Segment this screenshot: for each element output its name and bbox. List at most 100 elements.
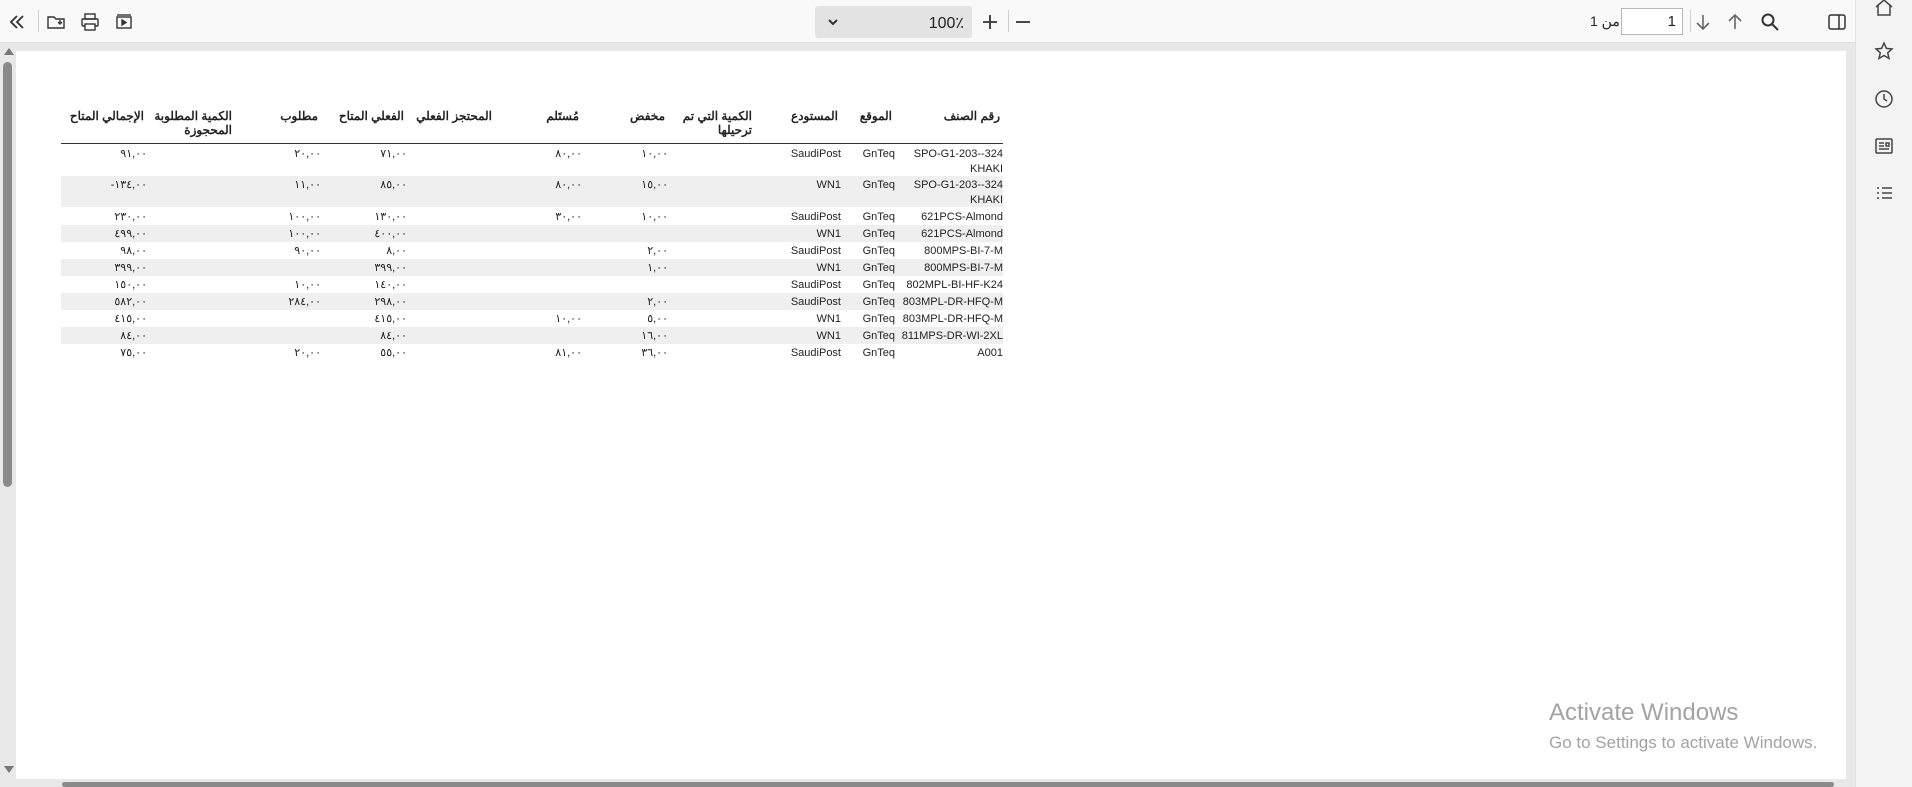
cell-available-actual: ٢٩٨,٠٠ xyxy=(374,296,407,308)
cell-received: ٨١,٠٠ xyxy=(555,347,582,359)
cell-reduced: ٣٦,٠٠ xyxy=(641,347,668,359)
header-reduced: مخفض xyxy=(630,109,665,123)
table-row: 621PCS-Almond GnTeq SaudiPost ١٠,٠٠ ٣٠,٠٠ ١٣٠… xyxy=(61,208,1003,225)
cell-reduced: ١٥,٠٠ xyxy=(641,179,668,191)
cell-item-no: 811MPS-DR-WI-2XL xyxy=(901,330,1003,342)
cell-required: ٢٠,٠٠ xyxy=(294,347,321,359)
cell-total-available: ٤٩٩,٠٠ xyxy=(114,228,147,240)
collections-icon[interactable] xyxy=(1871,133,1897,159)
table-row: 811MPS-DR-WI-2XL GnTeq WN1 ١٦,٠٠ ٨٤,٠٠ ٨٤,٠٠ xyxy=(61,327,1003,344)
cell-warehouse: SaudiPost xyxy=(790,296,841,308)
cell-available-actual: ٣٩٩,٠٠ xyxy=(374,262,407,274)
table-row: A001 GnTeq SaudiPost ٣٦,٠٠ ٨١,٠٠ ٥٥,٠٠ ٢٠,٠٠ ٧٥… xyxy=(61,344,1003,361)
cell-location: GnTeq xyxy=(862,245,895,257)
header-reserved-actual: المحتجز الفعلي xyxy=(416,109,492,123)
cell-total-available: ٧٥,٠٠ xyxy=(120,347,147,359)
scroll-up-arrow-icon[interactable] xyxy=(4,48,14,55)
cell-warehouse: WN1 xyxy=(816,313,841,325)
cell-item-no: 621PCS-Almond xyxy=(921,228,1003,240)
cell-item-no-continued: KHAKI xyxy=(969,194,1003,206)
cell-available-actual: ٧١,٠٠ xyxy=(380,148,407,160)
zoom-value: 100٪ xyxy=(928,15,964,32)
cell-warehouse: SaudiPost xyxy=(790,245,841,257)
next-page-arrow-icon[interactable] xyxy=(1690,9,1716,35)
table-row: 800MPS-BI-7-M GnTeq SaudiPost ٢,٠٠ ٨,٠٠ ٩٠,٠٠… xyxy=(61,242,1003,259)
activate-windows-subtitle: Go to Settings to activate Windows. xyxy=(1549,733,1818,752)
cell-total-available: ٩٨,٠٠ xyxy=(120,245,147,257)
cell-warehouse: SaudiPost xyxy=(790,148,841,160)
header-divider xyxy=(61,143,1003,144)
cell-item-no: 803MPL-DR-HFQ-M xyxy=(902,296,1003,308)
zoom-select[interactable]: 100٪ xyxy=(815,6,972,38)
favorites-star-icon[interactable] xyxy=(1871,38,1897,64)
cell-received: ١٠,٠٠ xyxy=(555,313,582,325)
history-clock-icon[interactable] xyxy=(1871,86,1897,112)
table-row: SPO-G1-203--324 GnTeq WN1 ١٥,٠٠ ٨٠,٠٠ ٨٥,٠٠ ١١… xyxy=(61,176,1003,207)
table-row: 803MPL-DR-HFQ-M GnTeq SaudiPost ٢,٠٠ ٢٩٨,٠٠ ٢… xyxy=(61,293,1003,310)
cell-location: GnTeq xyxy=(862,211,895,223)
cell-location: GnTeq xyxy=(862,279,895,291)
cell-warehouse: WN1 xyxy=(816,330,841,342)
table-row: 802MPL-BI-HF-K24 GnTeq SaudiPost ١٤٠,٠٠ ١٠,٠… xyxy=(61,276,1003,293)
scroll-down-arrow-icon[interactable] xyxy=(4,766,14,773)
search-icon[interactable] xyxy=(1757,9,1783,35)
cell-required: ٩٠,٠٠ xyxy=(294,245,321,257)
cell-reduced: ٢,٠٠ xyxy=(647,296,668,308)
zoom-out-icon[interactable] xyxy=(1010,9,1036,35)
sidebar-toggle-icon[interactable] xyxy=(1824,9,1850,35)
horizontal-scrollbar[interactable] xyxy=(62,782,1834,787)
cell-warehouse: WN1 xyxy=(816,262,841,274)
home-icon[interactable] xyxy=(1871,0,1897,20)
cell-item-no: A001 xyxy=(977,347,1003,359)
header-warehouse: المستودع xyxy=(791,109,838,123)
cell-available-actual: ٤١٥,٠٠ xyxy=(374,313,407,325)
chevron-down-icon xyxy=(828,19,838,26)
zoom-in-icon[interactable] xyxy=(977,9,1003,35)
previous-page-arrow-icon[interactable] xyxy=(1722,9,1748,35)
cell-total-available: ٤١٥,٠٠ xyxy=(114,313,147,325)
header-required: مطلوب xyxy=(280,109,318,123)
cell-reduced: ١٠,٠٠ xyxy=(641,148,668,160)
cell-required: ٢٨٤,٠٠ xyxy=(288,296,321,308)
cell-item-no: SPO-G1-203--324 xyxy=(913,179,1003,191)
cell-reduced: ١٠,٠٠ xyxy=(641,211,668,223)
cell-warehouse: SaudiPost xyxy=(790,211,841,223)
cell-total-available: ٩١,٠٠ xyxy=(120,148,147,160)
cell-reduced: ١٦,٠٠ xyxy=(641,330,668,342)
cell-received: ٨٠,٠٠ xyxy=(555,148,582,160)
cell-available-actual: ١٣٠,٠٠ xyxy=(374,211,407,223)
cell-required: ١٠,٠٠ xyxy=(294,279,321,291)
cell-total-available: ٢٣٠,٠٠ xyxy=(114,211,147,223)
open-file-icon[interactable] xyxy=(43,9,69,35)
cell-location: GnTeq xyxy=(862,148,895,160)
cell-location: GnTeq xyxy=(862,262,895,274)
activate-windows-title: Activate Windows xyxy=(1549,699,1739,726)
header-location: الموقع xyxy=(859,109,892,123)
header-available-actual: الفعلي المتاح xyxy=(338,109,404,123)
cell-location: GnTeq xyxy=(862,296,895,308)
cell-location: GnTeq xyxy=(862,347,895,359)
page-number-input[interactable]: 1 xyxy=(1621,8,1683,35)
cell-item-no: 803MPL-DR-HFQ-M xyxy=(902,313,1003,325)
export-page-icon[interactable] xyxy=(111,9,137,35)
header-total-available: الإجمالي المتاح xyxy=(69,109,144,123)
header-received: مُستَلم xyxy=(546,109,579,123)
table-row: 800MPS-BI-7-M GnTeq WN1 ١,٠٠ ٣٩٩,٠٠ ٣٩٩,٠٠ xyxy=(61,259,1003,276)
collapse-chevrons-icon[interactable] xyxy=(4,9,30,35)
cell-received: ٨٠,٠٠ xyxy=(555,179,582,191)
table-row: 803MPL-DR-HFQ-M GnTeq WN1 ٥,٠٠ ١٠,٠٠ ٤١٥,٠٠ ٤١… xyxy=(61,310,1003,327)
reading-list-icon[interactable] xyxy=(1871,180,1897,206)
print-icon[interactable] xyxy=(77,9,103,35)
cell-location: GnTeq xyxy=(862,228,895,240)
cell-available-actual: ١٤٠,٠٠ xyxy=(374,279,407,291)
header-item-no: رقم الصنف xyxy=(943,109,1000,123)
cell-warehouse: SaudiPost xyxy=(790,279,841,291)
cell-total-available: ١٥٠,٠٠ xyxy=(114,279,147,291)
cell-total-available: -١٣٤,٠٠ xyxy=(110,179,147,191)
cell-required: ١٠٠,٠٠ xyxy=(288,228,321,240)
cell-item-no: 800MPS-BI-7-M xyxy=(924,245,1003,257)
header-qty-required-reserved: الكمية المطلوبة المحجوزة xyxy=(154,109,232,137)
header-qty-posted: الكمية التي تم ترحيلها xyxy=(682,109,752,137)
vertical-scrollbar[interactable] xyxy=(3,62,12,487)
cell-reduced: ٢,٠٠ xyxy=(647,245,668,257)
